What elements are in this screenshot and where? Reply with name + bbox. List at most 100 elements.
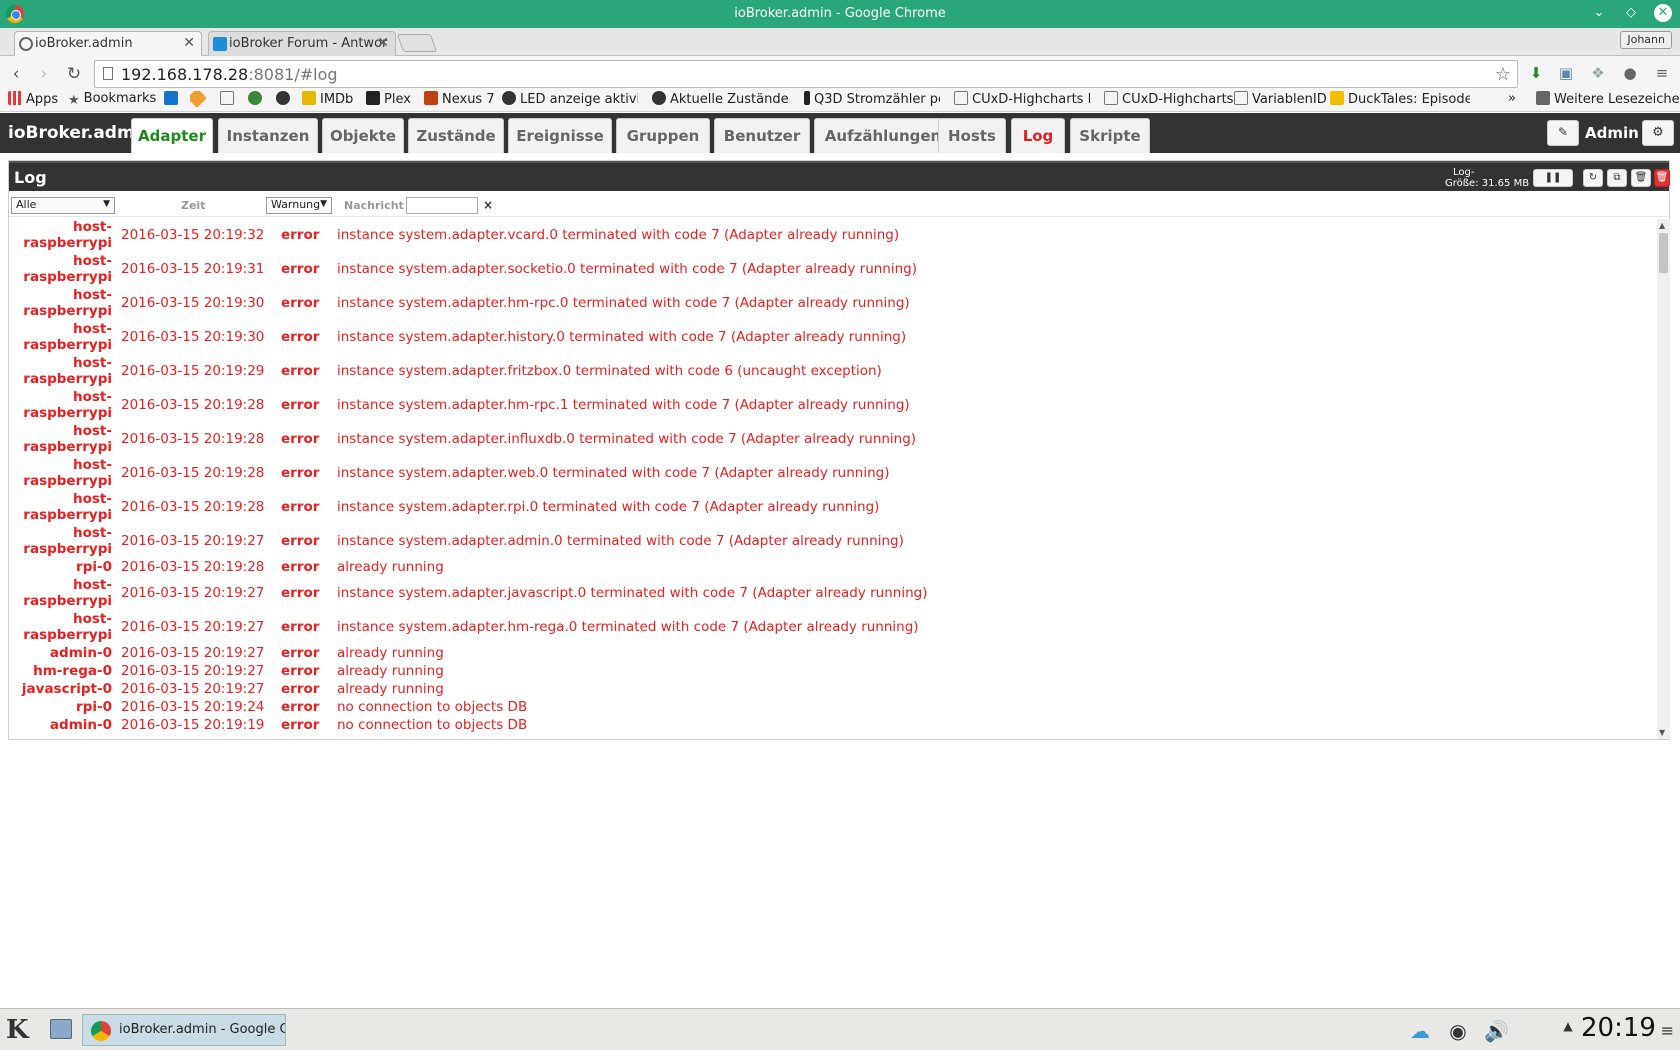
log-row: host-raspberrypi 2016-03-15 20:19:32 error… [9,219,1657,253]
tab-adapter[interactable]: Adapter [131,118,213,153]
other-bookmarks-folder[interactable]: Weitere Lesezeichen [1536,91,1680,107]
log-message: instance system.adapter.hm-rpc.1 termina… [337,397,910,413]
back-icon[interactable]: ‹ [6,64,26,84]
bookmark-q3d[interactable]: Q3D Stromzähler pe [804,91,940,107]
close-tab-icon[interactable]: ✕ [377,35,389,51]
more-bookmarks-button[interactable]: » [1508,91,1516,106]
plex-icon [366,91,380,105]
panel-menu-icon[interactable]: ≡ [1661,1021,1674,1040]
log-panel: Log Log- Größe: 31.65 MB ❚❚ ↻ ⧉ 🗑 🗑 Alle… [8,160,1670,740]
volume-icon[interactable]: 🔊 [1484,1019,1509,1043]
bookmark-dsm[interactable] [164,91,182,107]
log-time: 2016-03-15 20:19:27 [121,585,265,601]
trash-icon[interactable]: 🗑 [1631,169,1651,187]
settings-gear-icon[interactable]: ⚙ [1642,120,1674,146]
source-filter-select[interactable]: Alle ▼ [11,197,115,214]
log-filter-bar: Alle ▼ Zeit Warnung ▼ Nachricht × [9,195,1669,217]
log-source: host-raspberrypi [23,355,112,387]
log-severity: error [281,363,320,379]
tab-benutzer[interactable]: Benutzer [714,118,810,153]
message-filter-input[interactable] [406,197,478,214]
log-size: Log- Größe: 31.65 MB [1445,167,1530,189]
maximize-icon[interactable]: ◇ [1622,4,1640,22]
tab-zustaende[interactable]: Zustände [408,118,504,153]
bookmark-ducktales[interactable]: DuckTales: Episoden [1330,91,1470,107]
file-manager-icon[interactable] [50,1019,72,1039]
bookmark-zustaende[interactable]: Aktuelle Zustände in [652,91,788,107]
chrome-menu-icon[interactable]: ≡ [1652,64,1672,84]
tab-ereignisse[interactable]: Ereignisse [508,118,612,153]
bookmark-gecko[interactable] [248,91,266,107]
tab-skripte[interactable]: Skripte [1070,118,1150,153]
kde-launcher-icon[interactable]: K [6,1015,29,1045]
log-row: rpi-0 2016-03-15 20:19:24 error no connecti… [9,699,1657,717]
imdb-icon [302,91,316,105]
copy-icon[interactable]: ⧉ [1607,169,1627,187]
bookmark-cuxd-me[interactable]: CUxD-Highcharts Me [954,91,1090,107]
refresh-icon[interactable]: ↻ [1583,169,1603,187]
plus-circle-icon [652,91,666,105]
bookmark-star-icon[interactable]: ☆ [1495,64,1511,85]
close-window-icon[interactable]: ✕ [1654,4,1672,22]
bookmark-page[interactable] [220,91,238,107]
clock[interactable]: 20:19 [1581,1013,1656,1043]
image-extension-icon[interactable]: ▣ [1556,64,1576,84]
log-message: instance system.adapter.hm-rega.0 termin… [337,619,919,635]
admin-user-label[interactable]: Admin [1585,124,1639,142]
url-text[interactable]: 192.168.178.28:8081/#log [121,65,338,84]
profile-button[interactable]: Johann [1620,31,1672,49]
download-extension-icon[interactable]: ⬇ [1526,64,1546,84]
log-row: host-raspberrypi 2016-03-15 20:19:30 error… [9,287,1657,321]
log-message: instance system.adapter.admin.0 terminat… [337,533,904,549]
bookmark-cuxd[interactable]: CUxD-Highcharts [1104,91,1233,107]
log-row: host-raspberrypi 2016-03-15 20:19:29 error… [9,355,1657,389]
browser-tab-iobroker-admin[interactable]: ioBroker.admin ✕ [14,31,202,56]
log-severity: error [281,533,320,549]
dropbox-extension-icon[interactable]: ❖ [1588,64,1608,84]
chat-extension-icon[interactable]: ● [1620,64,1640,84]
tab-gruppen[interactable]: Gruppen [616,118,710,153]
edit-pencil-icon[interactable]: ✎ [1547,120,1579,146]
log-row: hm-rega-0 2016-03-15 20:19:27 error already… [9,663,1657,681]
log-row: host-raspberrypi 2016-03-15 20:19:31 error… [9,253,1657,287]
scroll-up-icon: ▲ [1659,221,1666,230]
pause-button[interactable]: ❚❚ [1533,169,1573,187]
browser-toolbar: ‹ › ↻ 192.168.178.28:8081/#log ☆ ⬇ ▣ ❖ ●… [0,56,1680,92]
new-tab-button[interactable] [396,34,438,52]
minimize-icon[interactable]: ⌄ [1590,4,1608,22]
log-source: host-raspberrypi [23,389,112,421]
iobroker-favicon-icon [213,37,227,51]
tab-objekte[interactable]: Objekte [322,118,404,153]
bookmark-led[interactable]: LED anzeige aktivier [502,91,638,107]
bookmark-plex[interactable]: Plex [366,91,411,107]
tab-aufzaehlungen[interactable]: Aufzählungen [814,118,952,153]
clear-filter-icon[interactable]: × [483,198,493,212]
log-message: instance system.adapter.fritzbox.0 termi… [337,363,882,379]
bookmark-plus[interactable] [276,91,294,107]
bookmark-diamond[interactable] [190,91,208,107]
bookmark-imdb[interactable]: IMDb [302,91,353,107]
log-scrollbar[interactable]: ▲ ▼ [1657,219,1670,739]
forward-icon[interactable]: › [34,64,54,84]
log-severity: error [281,329,320,345]
log-severity: error [281,681,320,697]
tab-instanzen[interactable]: Instanzen [218,118,318,153]
log-message: already running [337,663,444,679]
bookmark-nexus[interactable]: Nexus 7 [424,91,495,107]
tab-log[interactable]: Log [1011,118,1065,153]
browser-tab-forum[interactable]: ioBroker Forum - Antwor ✕ [208,31,396,56]
chrome-tray-icon[interactable]: ◉ [1446,1019,1470,1043]
address-bar[interactable]: 192.168.178.28:8081/#log ☆ [94,60,1518,88]
bookmark-variablenid[interactable]: VariablenID [1234,91,1327,107]
tray-expand-icon[interactable]: ▲ [1556,1019,1580,1043]
cloud-sync-icon[interactable]: ☁ [1408,1019,1432,1043]
delete-log-icon[interactable]: 🗑 [1654,169,1670,187]
reload-icon[interactable]: ↻ [64,64,84,84]
log-message: instance system.adapter.rpi.0 terminated… [337,499,880,515]
taskbar-chrome-window[interactable]: ioBroker.admin - Google Chr [82,1014,286,1046]
bookmark-bookmarks[interactable]: ★ Bookmarks [68,91,156,107]
tab-hosts[interactable]: Hosts [938,118,1006,153]
bookmark-apps[interactable]: Apps [8,91,58,107]
severity-filter-select[interactable]: Warnung ▼ [266,197,332,214]
close-tab-icon[interactable]: ✕ [183,35,195,51]
